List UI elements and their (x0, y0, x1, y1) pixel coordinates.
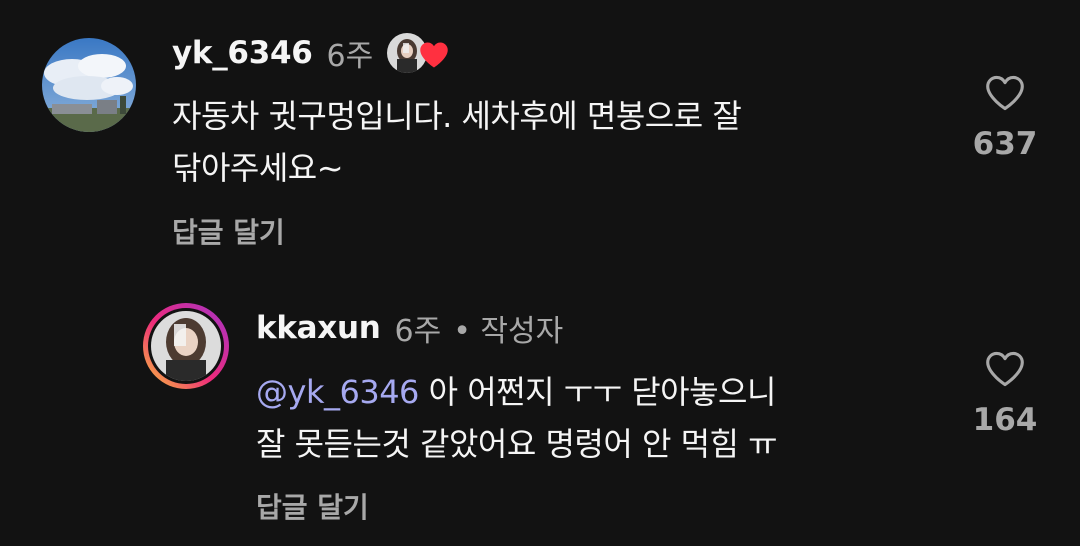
author-badge: • 작성자 (453, 314, 564, 349)
comment-1: yk_6346 6주 자동차 귓구멍입니다. 세차후에 면봉으로 잘 닦아주세요… (0, 0, 1080, 270)
reply-button[interactable]: 답글 달기 (256, 486, 369, 526)
username[interactable]: yk_6346 (172, 35, 313, 71)
comment-1-line-2: 닦아주세요~ (172, 149, 344, 187)
comment-2-line-2: 잘 못듣는것 같았어요 명령어 안 먹힘 ㅠ (256, 425, 778, 463)
comment-time: 6주 (394, 314, 442, 349)
comment-1-line-1: 자동차 귓구멍입니다. 세차후에 면봉으로 잘 (172, 97, 742, 135)
like-count: 164 (972, 402, 1038, 438)
like-count: 637 (972, 126, 1038, 162)
like-control-1: 637 (955, 74, 1055, 162)
comment-1-header: yk_6346 6주 (172, 30, 449, 76)
heart-outline-icon[interactable] (984, 74, 1026, 112)
avatar-kkaxun-story-ring[interactable] (142, 302, 230, 390)
username[interactable]: kkaxun (256, 310, 381, 346)
comment-2-line-1: @yk_6346 아 어쩐지 ㅜㅜ 닫아놓으니 (256, 366, 777, 418)
author-liked-heart-icon (420, 42, 448, 68)
comment-1-text: 자동차 귓구멍입니다. 세차후에 면봉으로 잘 닦아주세요~ (172, 90, 742, 194)
like-control-2: 164 (955, 350, 1055, 438)
heart-outline-icon[interactable] (984, 350, 1026, 388)
comment-2-header: kkaxun 6주 • 작성자 (256, 306, 563, 350)
comment-2-line-1-text: 아 어쩐지 ㅜㅜ 닫아놓으니 (418, 373, 777, 411)
comment-2: kkaxun 6주 • 작성자 @yk_6346 아 어쩐지 ㅜㅜ 닫아놓으니 … (0, 270, 1080, 546)
avatar-yk-6346[interactable] (42, 38, 136, 132)
reply-button[interactable]: 답글 달기 (172, 211, 285, 251)
comment-2-text: @yk_6346 아 어쩐지 ㅜㅜ 닫아놓으니 잘 못듣는것 같았어요 명령어 … (256, 366, 778, 470)
mention-link[interactable]: @yk_6346 (256, 373, 419, 411)
comment-time: 6주 (326, 39, 374, 74)
